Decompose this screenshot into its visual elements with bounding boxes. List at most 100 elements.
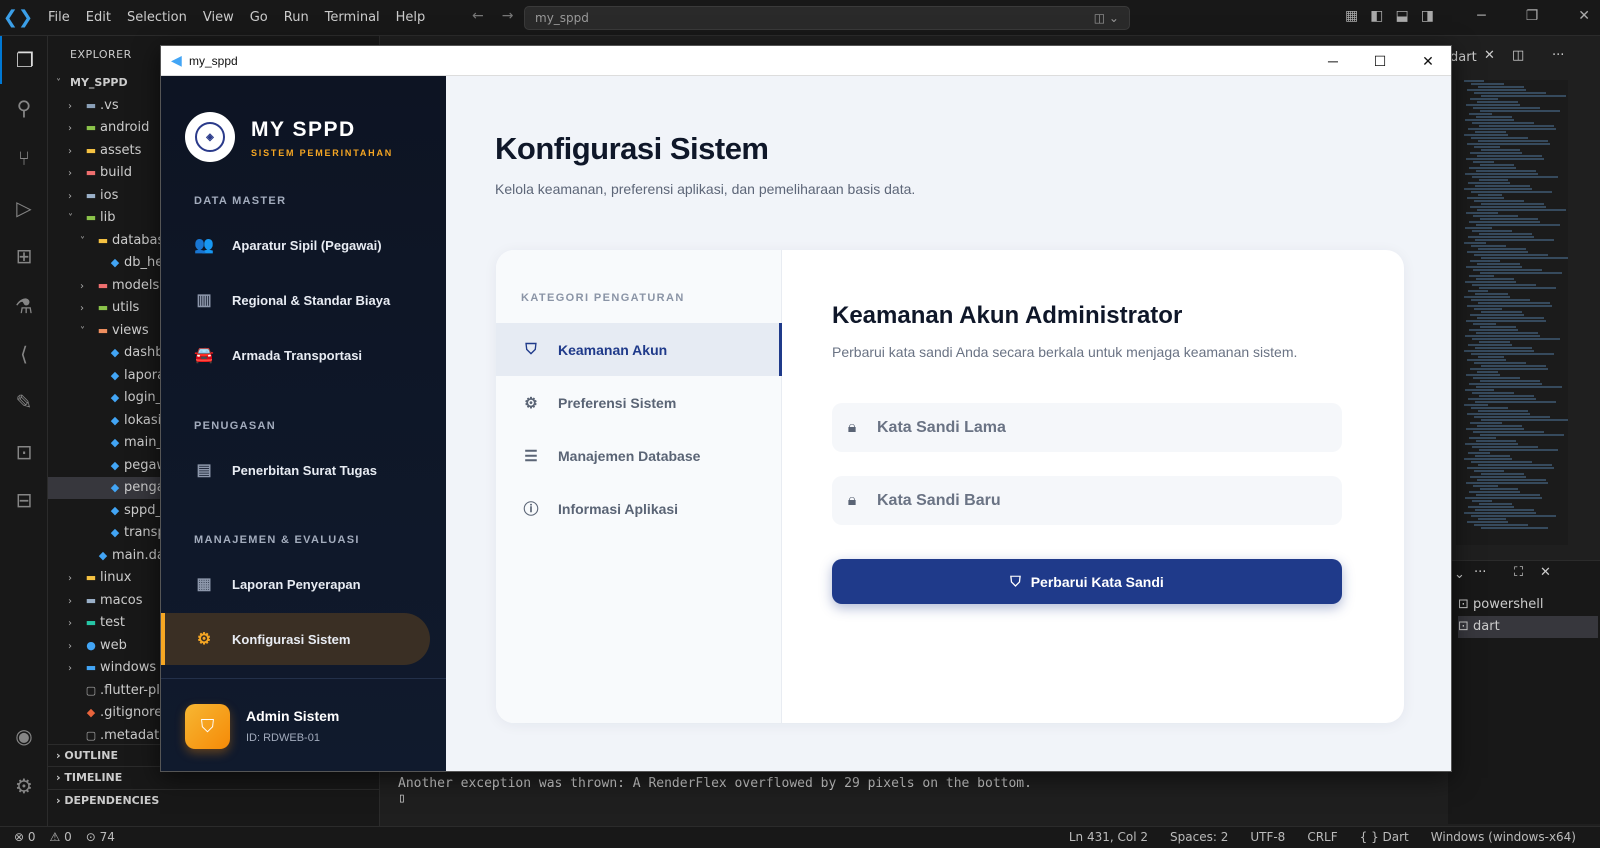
minimap-line bbox=[1466, 158, 1544, 160]
status-item[interactable]: ⊙ 74 bbox=[86, 827, 115, 848]
nav-surat-tugas[interactable]: ▤ Penerbitan Surat Tugas bbox=[161, 444, 430, 496]
copilot-icon[interactable]: ◫ ⌄ bbox=[1094, 7, 1119, 29]
menu-item-file[interactable]: File bbox=[40, 0, 78, 36]
minimap-line bbox=[1477, 263, 1520, 265]
category-database[interactable]: ☰ Manajemen Database bbox=[496, 429, 782, 482]
category-informasi[interactable]: ⓘ Informasi Aplikasi bbox=[496, 482, 782, 535]
close-panel-icon[interactable]: ✕ bbox=[1540, 565, 1551, 580]
menu-item-terminal[interactable]: Terminal bbox=[317, 0, 388, 36]
section-penugasan: PENUGASAN bbox=[194, 420, 276, 432]
minimap-line bbox=[1481, 473, 1524, 475]
menu-item-go[interactable]: Go bbox=[242, 0, 276, 36]
update-password-button[interactable]: ⛉ Perbarui Kata Sandi bbox=[832, 559, 1342, 604]
tree-label: .gitignore bbox=[100, 705, 163, 720]
status-item[interactable]: { } Dart bbox=[1360, 827, 1409, 848]
minimap-line bbox=[1470, 476, 1526, 478]
status-item[interactable]: Ln 431, Col 2 bbox=[1069, 827, 1148, 848]
minimap-line bbox=[1466, 320, 1546, 322]
command-center-search[interactable]: my_sppd ◫ ⌄ bbox=[524, 6, 1130, 30]
minimap-line bbox=[1467, 89, 1526, 91]
account-icon[interactable]: ◉ bbox=[0, 712, 48, 760]
settings-card: KATEGORI PENGATURAN ⛉ Keamanan Akun ⚙ Pref… bbox=[496, 250, 1404, 723]
panel-chevron-icon[interactable]: ⌄ bbox=[1454, 567, 1465, 582]
menu-item-run[interactable]: Run bbox=[276, 0, 317, 36]
nav-armada[interactable]: 🚘 Armada Transportasi bbox=[161, 329, 430, 381]
flutter-icon[interactable]: ⟨ bbox=[0, 330, 48, 378]
testing-icon[interactable]: ⚗ bbox=[0, 282, 48, 330]
status-item[interactable]: Spaces: 2 bbox=[1170, 827, 1228, 848]
nav-aparatur-sipil[interactable]: 👥 Aparatur Sipil (Pegawai) bbox=[161, 219, 430, 271]
minimap-line bbox=[1467, 413, 1530, 415]
nav-laporan[interactable]: ▦ Laporan Penyerapan bbox=[161, 558, 430, 610]
menu-item-selection[interactable]: Selection bbox=[119, 0, 195, 36]
toggle-panel-icon[interactable]: ⬓ bbox=[1395, 8, 1408, 24]
minimap-line bbox=[1472, 176, 1558, 178]
terminal-cursor[interactable]: ▯ bbox=[398, 791, 1032, 806]
menu-item-edit[interactable]: Edit bbox=[78, 0, 119, 36]
status-item[interactable]: ⊗ 0 bbox=[14, 827, 36, 848]
extensions-icon[interactable]: ⊞ bbox=[0, 232, 48, 280]
terminal-dart[interactable]: ⊡ dart bbox=[1458, 616, 1598, 638]
source-control-icon[interactable]: ⑂ bbox=[0, 134, 48, 182]
status-item[interactable]: CRLF bbox=[1307, 827, 1337, 848]
category-preferensi[interactable]: ⚙ Preferensi Sistem bbox=[496, 376, 782, 429]
search-icon[interactable]: ⚲ bbox=[0, 84, 48, 132]
category-keamanan-akun[interactable]: ⛉ Keamanan Akun bbox=[496, 323, 782, 376]
app-minimize-button[interactable]: ─ bbox=[1310, 46, 1356, 76]
tree-label: windows bbox=[100, 660, 157, 675]
dependencies-section[interactable]: › DEPENDENCIES bbox=[48, 789, 380, 811]
nav-konfigurasi[interactable]: ⚙ Konfigurasi Sistem bbox=[161, 613, 430, 665]
minimap-line bbox=[1472, 392, 1514, 394]
status-item[interactable]: ⚠ 0 bbox=[50, 827, 72, 848]
inspect-icon[interactable]: ⊡ bbox=[0, 428, 48, 476]
minimap-line bbox=[1473, 323, 1496, 325]
settings-gear-icon[interactable]: ⚙ bbox=[0, 762, 48, 810]
app-maximize-button[interactable]: ☐ bbox=[1357, 46, 1403, 76]
menu-item-view[interactable]: View bbox=[195, 0, 242, 36]
new-password-input[interactable] bbox=[877, 491, 1317, 510]
old-password-input[interactable] bbox=[877, 418, 1317, 437]
more-actions-icon[interactable]: ··· bbox=[1552, 48, 1564, 63]
menu-item-help[interactable]: Help bbox=[388, 0, 434, 36]
run-debug-icon[interactable]: ▷ bbox=[0, 184, 48, 232]
toggle-secondary-sidebar-icon[interactable]: ◨ bbox=[1421, 8, 1434, 24]
new-password-field[interactable]: 🔒︎ bbox=[832, 476, 1342, 525]
minimap[interactable] bbox=[1456, 80, 1568, 545]
minimap-line bbox=[1477, 479, 1546, 481]
chevron-icon: › bbox=[68, 100, 72, 112]
minimap-line bbox=[1473, 431, 1544, 433]
maximize-panel-icon[interactable]: ⛶ bbox=[1514, 565, 1523, 580]
minimap-line bbox=[1471, 407, 1508, 409]
layout-icon[interactable]: ▦ bbox=[1345, 8, 1358, 24]
toggle-sidebar-icon[interactable]: ◧ bbox=[1370, 8, 1383, 24]
minimap-line bbox=[1475, 509, 1534, 511]
split-editor-icon[interactable]: ◫ bbox=[1512, 48, 1524, 63]
editor-tab-dart[interactable]: dart bbox=[1450, 50, 1477, 65]
app-close-button[interactable]: ✕ bbox=[1405, 46, 1451, 76]
edit-icon[interactable]: ✎ bbox=[0, 378, 48, 426]
nav-label: Penerbitan Surat Tugas bbox=[232, 462, 377, 478]
vscode-logo-icon: ❮❯ bbox=[2, 7, 34, 28]
restore-icon[interactable]: ❐ bbox=[1526, 8, 1539, 24]
remote-explorer-icon[interactable]: ⊟ bbox=[0, 476, 48, 524]
terminal-powershell[interactable]: ⊡ powershell bbox=[1458, 594, 1598, 616]
minimap-line bbox=[1467, 359, 1506, 361]
minimap-line bbox=[1468, 398, 1536, 400]
panel-more-icon[interactable]: ··· bbox=[1474, 565, 1486, 580]
shield-icon: ⛉ bbox=[1010, 573, 1021, 589]
terminal-icon: ⊡ bbox=[1458, 597, 1474, 612]
minimap-line bbox=[1471, 245, 1506, 247]
minimap-line bbox=[1475, 347, 1532, 349]
close-icon[interactable]: ✕ bbox=[1578, 8, 1590, 24]
status-item[interactable]: UTF-8 bbox=[1250, 827, 1285, 848]
close-tab-icon[interactable]: ✕ bbox=[1484, 48, 1495, 63]
file-icon: ▬ bbox=[85, 571, 97, 584]
nav-regional[interactable]: ▥ Regional & Standar Biaya bbox=[161, 274, 430, 326]
back-arrow-icon[interactable]: ← bbox=[472, 8, 484, 24]
minimap-line bbox=[1471, 83, 1504, 85]
forward-arrow-icon[interactable]: → bbox=[502, 8, 514, 24]
minimize-icon[interactable]: ─ bbox=[1477, 8, 1485, 24]
status-item[interactable]: Windows (windows-x64) bbox=[1431, 827, 1576, 848]
old-password-field[interactable]: 🔒︎ bbox=[832, 403, 1342, 452]
explorer-icon[interactable]: ❐ bbox=[0, 36, 48, 84]
